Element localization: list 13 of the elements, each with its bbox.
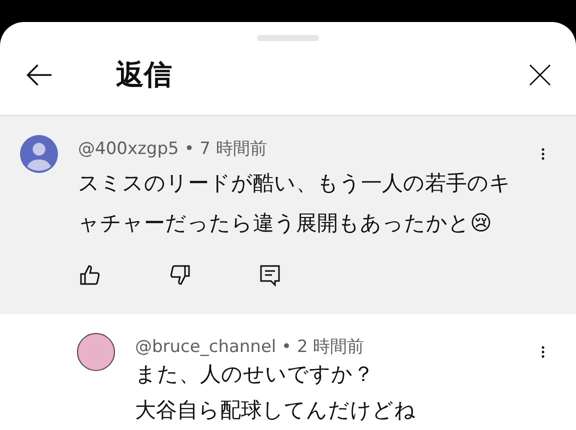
avatar-icon xyxy=(20,135,58,173)
sheet-title: 返信 xyxy=(116,56,173,93)
comment-text: 大谷自ら配球してんだけどね xyxy=(135,397,417,424)
avatar-photo xyxy=(77,333,115,371)
comment-meta: @400xzgp5 • 7 時間前 xyxy=(78,138,268,160)
comment-icon[interactable] xyxy=(258,263,282,287)
comment-text: また、人のせいですか？ xyxy=(135,361,375,388)
thumbs-up-icon[interactable] xyxy=(78,263,102,287)
comment-meta: @bruce_channel • 2 時間前 xyxy=(135,336,366,358)
thumbs-down-icon[interactable] xyxy=(168,263,192,287)
comment-text: スミスのリードが酷い、もう一人の若手のキャチャーだったら違う展開もあったかと😢 xyxy=(78,170,512,237)
close-icon[interactable] xyxy=(528,62,552,87)
drag-handle[interactable] xyxy=(257,35,319,41)
